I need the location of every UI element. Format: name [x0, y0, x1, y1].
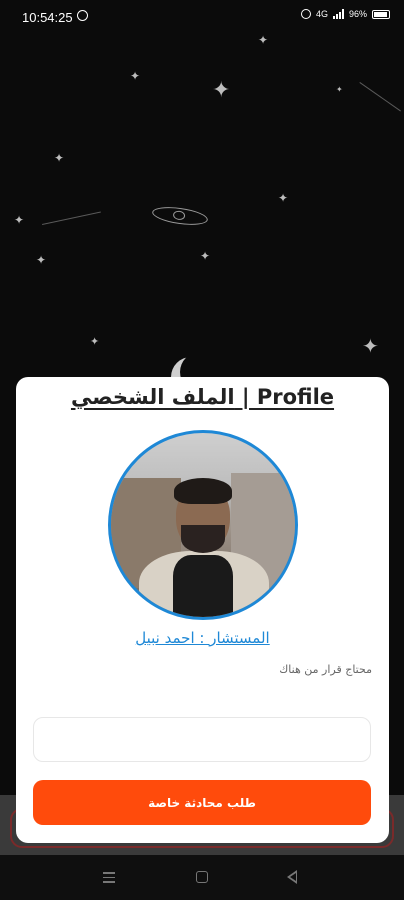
star-icon: ✦: [54, 151, 65, 165]
signal-icon: [332, 9, 344, 19]
whatsapp-icon: [77, 10, 88, 21]
avatar: [108, 430, 298, 620]
star-icon: ✦: [278, 191, 289, 205]
star-icon: ✦: [200, 249, 211, 263]
star-icon: ✦: [14, 213, 25, 227]
status-icons: 4G 96%: [300, 9, 390, 19]
advisor-name-link[interactable]: المستشار : احمد نبيل: [16, 629, 389, 647]
alarm-icon: [300, 9, 311, 19]
star-icon: ✦: [336, 85, 343, 94]
network-label: 4G: [315, 9, 328, 19]
advisor-bio: محتاج قرار من هناك: [279, 663, 372, 676]
avatar-shirt: [173, 555, 233, 617]
star-icon: ✦: [130, 69, 141, 83]
battery-percent: 96%: [348, 9, 367, 19]
menu-icon[interactable]: [103, 872, 115, 883]
avatar-beard: [181, 525, 225, 553]
home-icon[interactable]: [196, 871, 208, 883]
star-icon: ✦: [90, 335, 100, 348]
profile-card: الملف الشخصي | Profile المستشار : احمد ن…: [16, 377, 389, 843]
message-input[interactable]: [33, 717, 371, 762]
star-icon: ✦: [362, 334, 379, 358]
back-icon[interactable]: [287, 870, 297, 884]
battery-icon: [372, 9, 390, 19]
navigation-bar: [0, 855, 404, 900]
star-icon: ✦: [258, 33, 269, 47]
request-private-chat-button[interactable]: طلب محادثة خاصة: [33, 780, 371, 825]
star-icon: ✦: [212, 78, 231, 103]
constellation-line: [359, 82, 401, 112]
status-bar: 10:54:25 4G 96%: [0, 0, 404, 34]
star-icon: ✦: [36, 253, 47, 267]
planet-icon: [151, 204, 209, 228]
avatar-hair: [174, 478, 232, 504]
profile-title: الملف الشخصي | Profile: [70, 385, 335, 409]
status-time: 10:54:25: [22, 10, 73, 25]
constellation-line: [42, 211, 101, 225]
